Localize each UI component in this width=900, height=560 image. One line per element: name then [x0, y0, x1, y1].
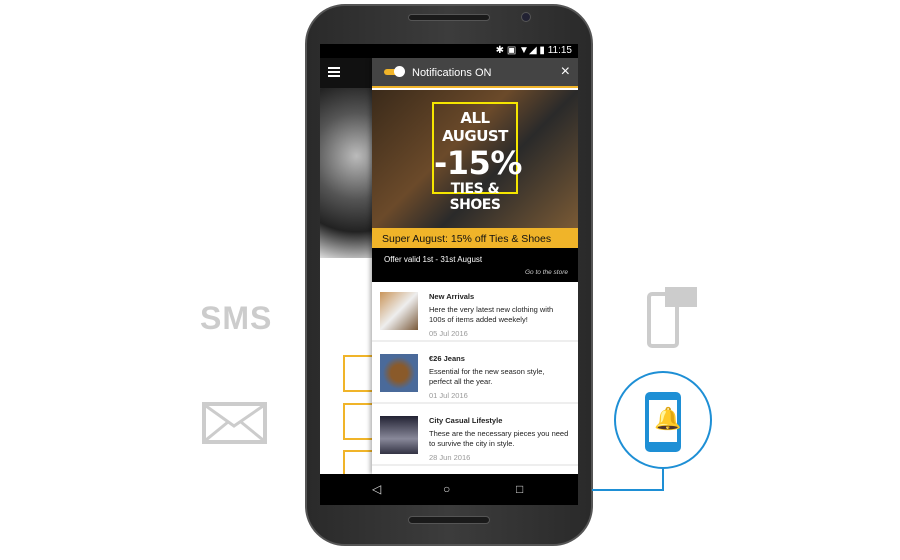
item-desc: Here the very latest new clothing with 1… [429, 305, 554, 324]
content-box [343, 355, 373, 392]
camera [521, 12, 531, 22]
notification-title: Notifications ON [412, 67, 492, 79]
item-thumbnail [380, 292, 418, 330]
envelope-icon [202, 402, 267, 444]
offer-text: Offer valid 1st - 31st August [384, 255, 483, 264]
background-photo [320, 88, 372, 258]
item-title: €26 Jeans [429, 354, 465, 363]
nav-bar: ◁ ○ □ [320, 474, 578, 505]
item-date: 01 Jul 2016 [429, 391, 468, 400]
speaker [408, 14, 490, 21]
speaker [408, 516, 490, 524]
item-title: New Arrivals [429, 292, 475, 301]
promo-line1: ALL AUGUST [442, 109, 508, 145]
notifications-toggle[interactable] [384, 66, 405, 77]
list-item[interactable]: City Casual Lifestyle These are the nece… [372, 406, 578, 466]
promo-banner: Super August: 15% off Ties & Shoes [372, 228, 578, 248]
item-thumbnail [380, 354, 418, 392]
home-icon[interactable]: ○ [443, 482, 450, 496]
status-icons: ✱ ▣ ▼◢ ▮ [495, 45, 545, 56]
push-phone-icon: 🔔 [645, 392, 681, 452]
promo-line2: -15% [434, 144, 522, 182]
notification-header: Notifications ON × [372, 58, 578, 88]
status-bar: ✱ ▣ ▼◢ ▮ 11:15 [320, 44, 578, 58]
item-desc: Essential for the new season style, perf… [429, 367, 545, 386]
offer-bar: Offer valid 1st - 31st August Go to the … [372, 248, 578, 282]
promo-image[interactable]: ALL AUGUST -15% TIES & SHOES [372, 90, 578, 228]
close-icon[interactable]: × [561, 63, 570, 81]
notification-panel: Notifications ON × ALL AUGUST -15% TIES … [372, 58, 578, 474]
chat-bubble-icon [665, 287, 697, 307]
item-title: City Casual Lifestyle [429, 416, 503, 425]
status-time: 11:15 [547, 45, 572, 56]
list-item[interactable]: New Arrivals Here the very latest new cl… [372, 282, 578, 342]
app-bar [320, 58, 372, 88]
content-box [343, 403, 373, 440]
sms-label: SMS [200, 300, 273, 336]
list-item[interactable]: €26 Jeans Essential for the new season s… [372, 344, 578, 404]
connector-line [662, 469, 664, 490]
recent-apps-icon[interactable]: □ [516, 482, 523, 496]
item-thumbnail [380, 416, 418, 454]
back-icon[interactable]: ◁ [372, 482, 381, 496]
promo-line3: TIES & SHOES [449, 181, 501, 213]
item-date: 05 Jul 2016 [429, 329, 468, 338]
screen: ✱ ▣ ▼◢ ▮ 11:15 Notifications ON × ALL AU… [320, 44, 578, 505]
promo-box: ALL AUGUST -15% TIES & SHOES [432, 102, 522, 213]
phone-screen-icon: 🔔 [649, 400, 681, 442]
menu-icon[interactable] [328, 67, 340, 77]
store-link[interactable]: Go to the store [525, 269, 568, 276]
item-desc: These are the necessary pieces you need … [429, 429, 569, 448]
connector-line [592, 489, 664, 491]
bell-icon: 🔔 [654, 406, 682, 431]
item-date: 28 Jun 2016 [429, 453, 471, 462]
